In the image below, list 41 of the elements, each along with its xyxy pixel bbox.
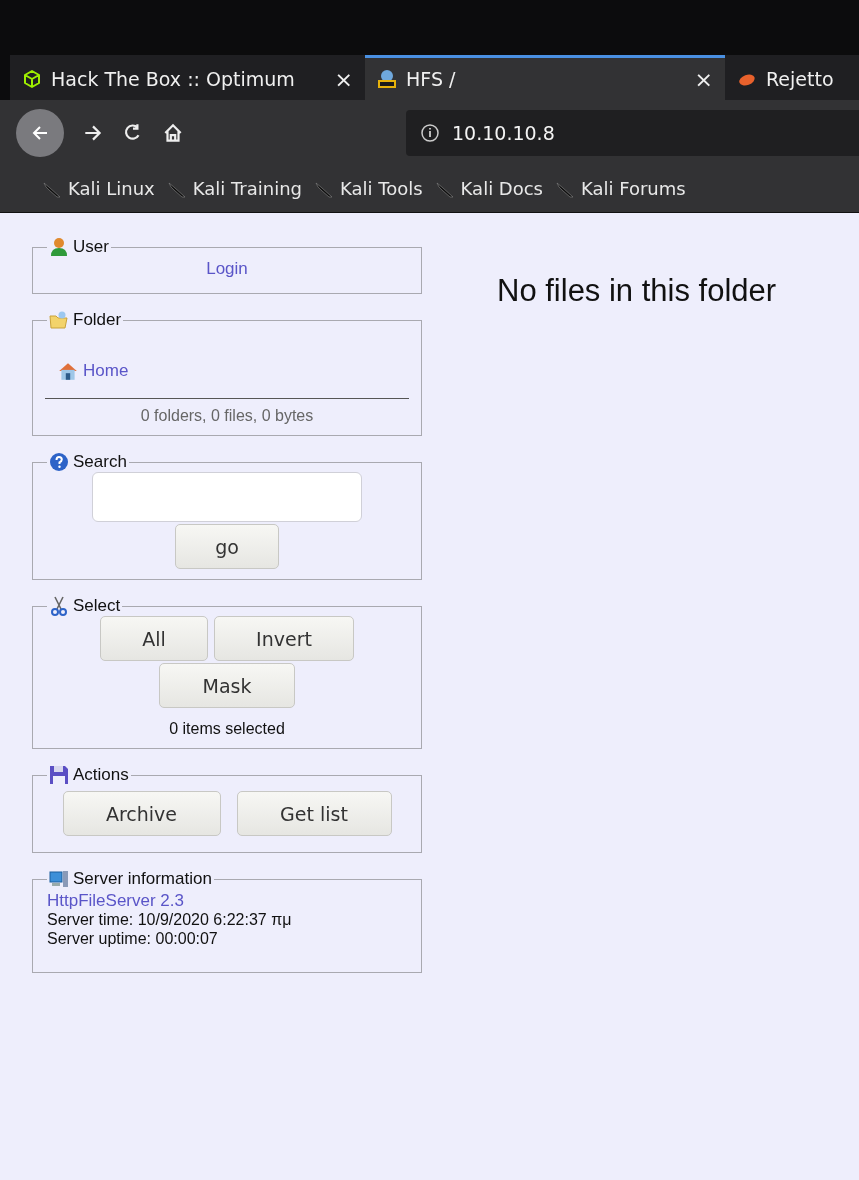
help-icon (49, 452, 69, 472)
search-field[interactable] (92, 472, 362, 522)
panel-title: Server information (73, 869, 212, 889)
url-text: 10.10.10.8 (452, 121, 555, 144)
computer-icon (49, 869, 69, 889)
home-icon[interactable] (162, 121, 184, 144)
home-link[interactable]: Home (83, 361, 129, 381)
panel-title: Actions (73, 765, 129, 785)
action-button[interactable]: Get list (236, 791, 392, 836)
bookmark-link[interactable]: Kali Forums (555, 178, 686, 199)
bookmark-link[interactable]: Kali Docs (434, 178, 543, 199)
browser-tab[interactable]: Rejetto (725, 55, 859, 100)
scissors-icon (49, 596, 69, 616)
browser-tab[interactable]: HFS / × (365, 55, 725, 100)
bookmark-link[interactable]: Kali Training (166, 178, 302, 199)
server-info-text: Server uptime: 00:00:07 (47, 929, 219, 948)
login-link[interactable]: Login (206, 259, 248, 278)
version-link[interactable]: HttpFileServer 2.3 (47, 891, 409, 910)
go-button[interactable]: go (175, 524, 279, 569)
info-icon (420, 122, 440, 143)
user-icon (49, 237, 69, 257)
cube-icon (22, 69, 42, 89)
select-button[interactable]: Mask (159, 663, 295, 708)
browser-tab[interactable]: Hack The Box :: Optimum × (10, 55, 365, 100)
panel-title: Folder (73, 310, 122, 330)
panel-title: Select (73, 596, 121, 616)
panel-title: Search (73, 452, 127, 472)
select-button[interactable]: All (100, 616, 208, 661)
action-button[interactable]: Archive (62, 791, 221, 836)
selection-count: 0 items selected (169, 720, 285, 738)
bookmark-link[interactable]: Kali Tools (314, 178, 423, 199)
server-info-text: Server time: 10/9/2020 6:22:37 πμ (47, 910, 293, 929)
folder-summary: 0 folders, 0 files, 0 bytes (139, 407, 315, 425)
back-button[interactable] (16, 108, 64, 157)
bookmark-link[interactable]: Kali Linux (42, 178, 155, 199)
address-bar[interactable]: 10.10.10.8 (406, 109, 859, 156)
select-button[interactable]: Invert (214, 616, 354, 661)
server-globe-icon (377, 69, 397, 89)
folder-icon (49, 310, 69, 330)
empty-folder-message: No files in this folder (497, 273, 778, 309)
panel-title: User (73, 237, 109, 257)
